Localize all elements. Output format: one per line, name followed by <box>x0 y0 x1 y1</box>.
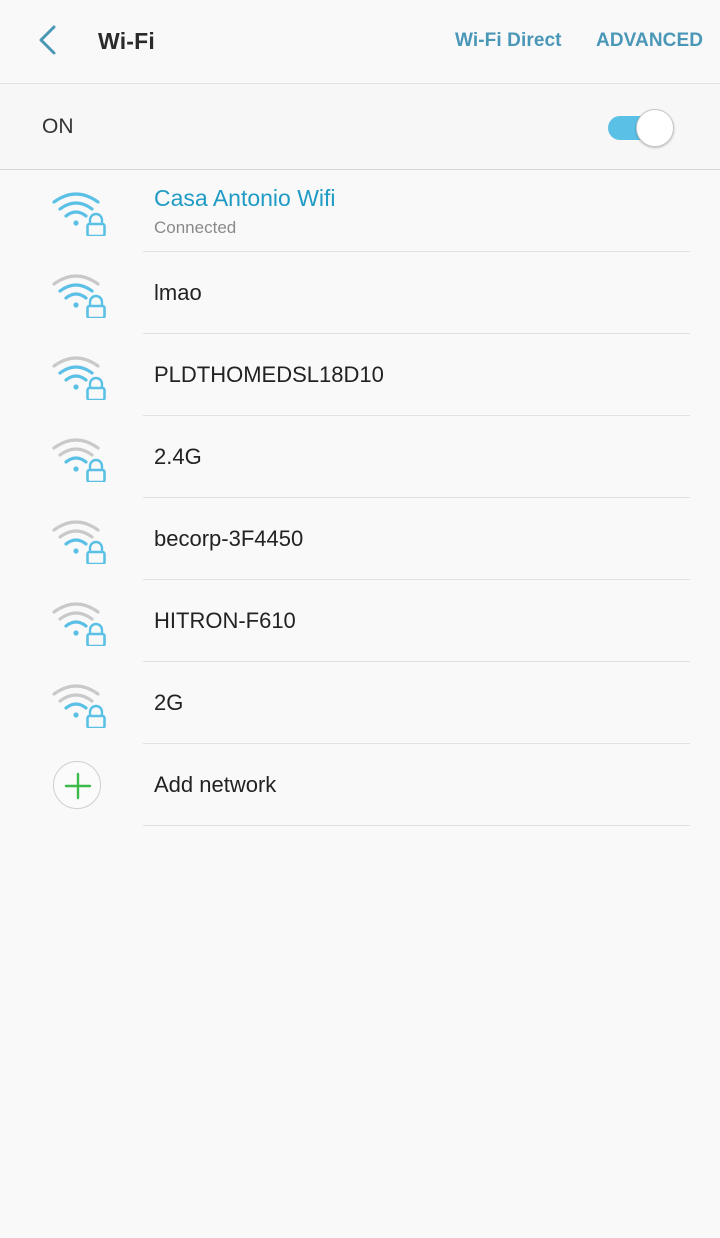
network-status: Connected <box>154 218 237 237</box>
network-name: 2.4G <box>154 444 202 469</box>
wifi-settings-screen: Wi-Fi Wi-Fi Direct ADVANCED ON Casa Anto… <box>0 0 720 1238</box>
wifi-direct-button[interactable]: Wi-Fi Direct <box>455 30 562 52</box>
wifi-lock-icon <box>50 352 106 402</box>
wifi-lock-icon <box>50 598 106 648</box>
back-button[interactable] <box>18 18 78 66</box>
wifi-master-toggle-row[interactable]: ON <box>0 84 720 170</box>
network-item[interactable]: PLDTHOMEDSL18D10 <box>0 334 720 416</box>
network-item[interactable]: becorp-3F4450 <box>0 498 720 580</box>
add-network-item[interactable]: Add network <box>0 744 720 826</box>
network-item[interactable]: HITRON-F610 <box>0 580 720 662</box>
wifi-lock-icon <box>50 188 106 238</box>
network-item[interactable]: 2G <box>0 662 720 744</box>
divider <box>143 825 690 826</box>
network-item[interactable]: Casa Antonio Wifi Connected <box>0 170 720 252</box>
switch-knob <box>636 109 674 147</box>
network-item[interactable]: lmao <box>0 252 720 334</box>
network-list: Casa Antonio Wifi Connected lmao PLDTHOM… <box>0 170 720 826</box>
network-name: becorp-3F4450 <box>154 526 304 551</box>
network-name: PLDTHOMEDSL18D10 <box>154 362 384 387</box>
wifi-lock-icon <box>50 434 106 484</box>
network-name: HITRON-F610 <box>154 608 296 633</box>
wifi-lock-icon <box>50 680 106 730</box>
page-title: Wi-Fi <box>98 28 155 54</box>
network-name: lmao <box>154 280 202 305</box>
wifi-state-label: ON <box>42 115 74 138</box>
add-network-label: Add network <box>154 772 277 797</box>
chevron-left-icon <box>37 24 59 61</box>
plus-icon <box>53 761 101 809</box>
wifi-lock-icon <box>50 270 106 320</box>
wifi-toggle-switch[interactable] <box>606 109 676 147</box>
network-name: 2G <box>154 690 184 715</box>
wifi-lock-icon <box>50 516 106 566</box>
network-name: Casa Antonio Wifi <box>154 185 336 211</box>
advanced-button[interactable]: ADVANCED <box>596 30 703 52</box>
network-item[interactable]: 2.4G <box>0 416 720 498</box>
app-bar: Wi-Fi Wi-Fi Direct ADVANCED <box>0 0 720 84</box>
